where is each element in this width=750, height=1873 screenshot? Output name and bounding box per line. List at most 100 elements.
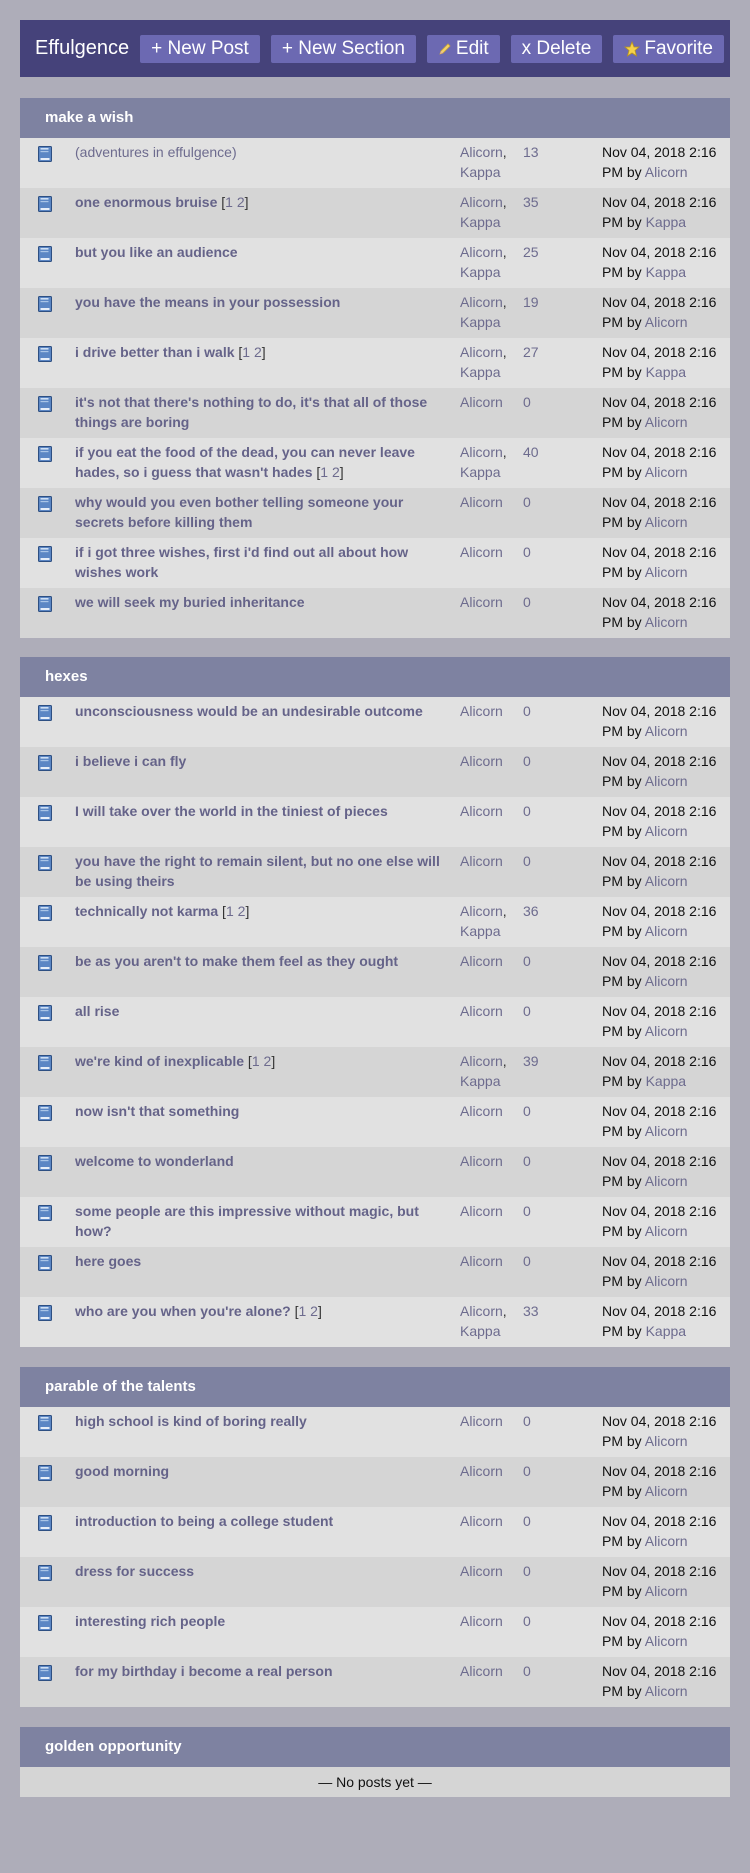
post-title-link[interactable]: (adventures in effulgence) <box>75 144 237 160</box>
delete-button[interactable]: x Delete <box>510 34 603 63</box>
author-link[interactable]: Alicorn <box>460 853 503 869</box>
reply-count[interactable]: 13 <box>523 142 539 162</box>
author-link[interactable]: Kappa <box>460 923 500 939</box>
author-link[interactable]: Alicorn <box>460 953 503 969</box>
author-link[interactable]: Kappa <box>460 464 500 480</box>
last-poster-link[interactable]: Alicorn <box>645 1223 688 1239</box>
reply-count[interactable]: 0 <box>523 1611 531 1631</box>
author-link[interactable]: Alicorn <box>460 903 503 919</box>
last-poster-link[interactable]: Alicorn <box>645 164 688 180</box>
last-poster-link[interactable]: Alicorn <box>645 1433 688 1449</box>
author-link[interactable]: Alicorn <box>460 803 503 819</box>
author-link[interactable]: Alicorn <box>460 1253 503 1269</box>
author-link[interactable]: Alicorn <box>460 194 503 210</box>
author-link[interactable]: Alicorn <box>460 594 503 610</box>
reply-count[interactable]: 0 <box>523 851 531 871</box>
post-title-link[interactable]: who are you when you're alone? <box>75 1303 291 1319</box>
page-link-1[interactable]: 1 <box>242 344 250 360</box>
page-link-1[interactable]: 1 <box>320 464 328 480</box>
post-title-link[interactable]: you have the means in your possession <box>75 294 340 310</box>
reply-count[interactable]: 0 <box>523 542 531 562</box>
page-link-1[interactable]: 1 <box>226 903 234 919</box>
author-link[interactable]: Alicorn <box>460 1303 503 1319</box>
last-poster-link[interactable]: Alicorn <box>645 1123 688 1139</box>
reply-count[interactable]: 0 <box>523 1411 531 1431</box>
post-title-link[interactable]: but you like an audience <box>75 244 238 260</box>
reply-count[interactable]: 0 <box>523 592 531 612</box>
page-link-1[interactable]: 1 <box>225 194 233 210</box>
page-link-1[interactable]: 1 <box>298 1303 306 1319</box>
post-title-link[interactable]: one enormous bruise <box>75 194 217 210</box>
post-title-link[interactable]: high school is kind of boring really <box>75 1413 307 1429</box>
reply-count[interactable]: 0 <box>523 701 531 721</box>
post-title-link[interactable]: all rise <box>75 1003 119 1019</box>
reply-count[interactable]: 27 <box>523 342 539 362</box>
author-link[interactable]: Alicorn <box>460 294 503 310</box>
last-poster-link[interactable]: Alicorn <box>645 514 688 530</box>
author-link[interactable]: Alicorn <box>460 703 503 719</box>
post-title-link[interactable]: it's not that there's nothing to do, it'… <box>75 394 427 430</box>
author-link[interactable]: Alicorn <box>460 394 503 410</box>
author-link[interactable]: Alicorn <box>460 1153 503 1169</box>
post-title-link[interactable]: now isn't that something <box>75 1103 239 1119</box>
post-title-link[interactable]: we're kind of inexplicable <box>75 1053 244 1069</box>
author-link[interactable]: Kappa <box>460 214 500 230</box>
post-title-link[interactable]: introduction to being a college student <box>75 1513 333 1529</box>
last-poster-link[interactable]: Alicorn <box>645 973 688 989</box>
author-link[interactable]: Alicorn <box>460 1003 503 1019</box>
author-link[interactable]: Alicorn <box>460 1053 503 1069</box>
last-poster-link[interactable]: Alicorn <box>645 1483 688 1499</box>
reply-count[interactable]: 0 <box>523 392 531 412</box>
last-poster-link[interactable]: Alicorn <box>645 723 688 739</box>
author-link[interactable]: Kappa <box>460 164 500 180</box>
favorite-button[interactable]: Favorite <box>613 34 724 63</box>
post-title-link[interactable]: good morning <box>75 1463 169 1479</box>
reply-count[interactable]: 0 <box>523 492 531 512</box>
last-poster-link[interactable]: Alicorn <box>645 414 688 430</box>
author-link[interactable]: Alicorn <box>460 1103 503 1119</box>
post-title-link[interactable]: be as you aren't to make them feel as th… <box>75 953 398 969</box>
author-link[interactable]: Alicorn <box>460 753 503 769</box>
last-poster-link[interactable]: Alicorn <box>645 1633 688 1649</box>
post-title-link[interactable]: I will take over the world in the tinies… <box>75 803 388 819</box>
post-title-link[interactable]: some people are this impressive without … <box>75 1203 419 1239</box>
last-poster-link[interactable]: Alicorn <box>645 614 688 630</box>
page-link-2[interactable]: 2 <box>238 903 246 919</box>
post-title-link[interactable]: why would you even bother telling someon… <box>75 494 403 530</box>
reply-count[interactable]: 0 <box>523 751 531 771</box>
author-link[interactable]: Kappa <box>460 1073 500 1089</box>
last-poster-link[interactable]: Alicorn <box>645 773 688 789</box>
last-poster-link[interactable]: Alicorn <box>645 873 688 889</box>
post-title-link[interactable]: if i got three wishes, first i'd find ou… <box>75 544 408 580</box>
section-title[interactable]: golden opportunity <box>20 1727 730 1767</box>
author-link[interactable]: Alicorn <box>460 1463 503 1479</box>
last-poster-link[interactable]: Kappa <box>646 1073 686 1089</box>
reply-count[interactable]: 40 <box>523 442 539 462</box>
post-title-link[interactable]: unconsciousness would be an undesirable … <box>75 703 423 719</box>
post-title-link[interactable]: here goes <box>75 1253 141 1269</box>
reply-count[interactable]: 19 <box>523 292 539 312</box>
last-poster-link[interactable]: Alicorn <box>645 564 688 580</box>
new-post-button[interactable]: + New Post <box>140 34 260 63</box>
author-link[interactable]: Alicorn <box>460 144 503 160</box>
section-title[interactable]: hexes <box>20 657 730 697</box>
reply-count[interactable]: 33 <box>523 1301 539 1321</box>
section-title[interactable]: parable of the talents <box>20 1367 730 1407</box>
reply-count[interactable]: 0 <box>523 1151 531 1171</box>
reply-count[interactable]: 0 <box>523 1511 531 1531</box>
last-poster-link[interactable]: Kappa <box>646 1323 686 1339</box>
reply-count[interactable]: 0 <box>523 1201 531 1221</box>
reply-count[interactable]: 0 <box>523 1561 531 1581</box>
author-link[interactable]: Alicorn <box>460 1203 503 1219</box>
page-link-2[interactable]: 2 <box>254 344 262 360</box>
last-poster-link[interactable]: Alicorn <box>645 314 688 330</box>
page-link-2[interactable]: 2 <box>264 1053 272 1069</box>
author-link[interactable]: Alicorn <box>460 1663 503 1679</box>
post-title-link[interactable]: we will seek my buried inheritance <box>75 594 305 610</box>
author-link[interactable]: Kappa <box>460 314 500 330</box>
last-poster-link[interactable]: Alicorn <box>645 1173 688 1189</box>
post-title-link[interactable]: technically not karma <box>75 903 218 919</box>
section-title[interactable]: make a wish <box>20 98 730 138</box>
reply-count[interactable]: 0 <box>523 1461 531 1481</box>
author-link[interactable]: Kappa <box>460 264 500 280</box>
